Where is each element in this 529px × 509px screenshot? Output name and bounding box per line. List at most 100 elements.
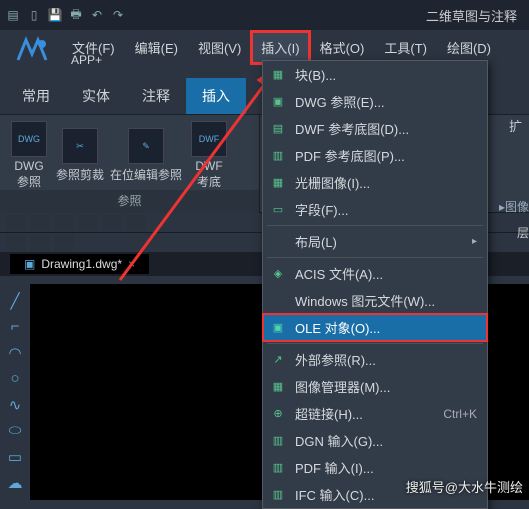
watermark: 搜狐号@大水牛测绘 bbox=[406, 477, 523, 496]
app-logo-icon bbox=[8, 28, 56, 76]
menu-item-label: Windows 图元文件(W)... bbox=[295, 291, 435, 310]
dropdown-item-3[interactable]: ▥ PDF 参考底图(P)... bbox=[263, 142, 487, 169]
menu-item-label: 超链接(H)... bbox=[295, 404, 363, 423]
arc-tool-icon[interactable]: ◠ bbox=[6, 344, 24, 362]
menu-item-label: DWG 参照(E)... bbox=[295, 92, 385, 111]
menu-draw[interactable]: 绘图(D) bbox=[437, 31, 501, 64]
spline-tool-icon[interactable]: ∿ bbox=[6, 396, 24, 414]
dropdown-item-0[interactable]: ▦ 块(B)... bbox=[263, 61, 487, 88]
close-icon[interactable]: × bbox=[128, 257, 135, 271]
tab-entity[interactable]: 实体 bbox=[66, 78, 126, 114]
open-icon[interactable]: ▯ bbox=[25, 6, 43, 24]
menu-item-icon: ▭ bbox=[269, 202, 287, 218]
rect-tool-icon[interactable]: ▭ bbox=[6, 448, 24, 466]
btn-edit-ref[interactable]: ✎在位编辑参照 bbox=[110, 128, 182, 183]
dropdown-item-4[interactable]: ▦ 光栅图像(I)... bbox=[263, 169, 487, 196]
menu-item-label: 块(B)... bbox=[295, 65, 336, 84]
ellipse-tool-icon[interactable]: ⬭ bbox=[6, 422, 24, 440]
file-name: Drawing1.dwg* bbox=[41, 257, 122, 271]
menu-item-icon: ▣ bbox=[269, 320, 287, 336]
ter-tool-3[interactable] bbox=[54, 235, 74, 251]
dropdown-item-10[interactable]: Windows 图元文件(W)... bbox=[263, 287, 487, 314]
right-fragment: 扩 bbox=[507, 98, 529, 153]
dropdown-item-14[interactable]: ▦ 图像管理器(M)... bbox=[263, 373, 487, 400]
dropdown-item-1[interactable]: ▣ DWG 参照(E)... bbox=[263, 88, 487, 115]
menu-item-label: ACIS 文件(A)... bbox=[295, 264, 383, 283]
menu-item-label: DGN 输入(G)... bbox=[295, 431, 383, 450]
dropdown-item-7[interactable]: 布局(L) ▸ bbox=[263, 228, 487, 255]
tab-annotate[interactable]: 注释 bbox=[126, 78, 186, 114]
sec-tool-3[interactable] bbox=[54, 215, 74, 231]
workspace-mode[interactable]: 二维草图与注释 bbox=[426, 6, 517, 25]
menu-item-label: 光栅图像(I)... bbox=[295, 173, 370, 192]
sec-tool-1[interactable] bbox=[6, 215, 26, 231]
menu-item-icon: ▥ bbox=[269, 433, 287, 449]
ter-tool-2[interactable] bbox=[30, 235, 50, 251]
menu-item-icon: ▦ bbox=[269, 175, 287, 191]
edit-icon: ✎ bbox=[128, 128, 164, 164]
sec-tool-2[interactable] bbox=[30, 215, 50, 231]
dropdown-item-11[interactable]: ▣ OLE 对象(O)... bbox=[263, 314, 487, 341]
tab-common[interactable]: 常用 bbox=[6, 78, 66, 114]
menu-item-label: 字段(F)... bbox=[295, 200, 348, 219]
menu-item-label: 外部参照(R)... bbox=[295, 350, 376, 369]
menu-item-label: 布局(L) bbox=[295, 232, 337, 251]
menu-item-icon: ◈ bbox=[269, 266, 287, 282]
btn-dwf[interactable]: DWFDWF 考底 bbox=[188, 121, 230, 190]
tab-insert[interactable]: 插入 bbox=[186, 78, 246, 114]
menu-edit[interactable]: 编辑(E) bbox=[125, 31, 188, 64]
menu-item-icon bbox=[269, 234, 287, 250]
btn-ref-clip[interactable]: ✂参照剪裁 bbox=[56, 128, 104, 183]
file-tab[interactable]: ▣ Drawing1.dwg* × bbox=[10, 254, 149, 274]
left-toolbar: ╱ ⌐ ◠ ○ ∿ ⬭ ▭ ☁ bbox=[0, 284, 30, 500]
dropdown-item-2[interactable]: ▤ DWF 参考底图(D)... bbox=[263, 115, 487, 142]
new-icon[interactable]: ▤ bbox=[4, 6, 22, 24]
dwf-icon: DWF bbox=[191, 121, 227, 157]
layer-panel-label: 层 bbox=[517, 224, 529, 241]
menu-item-icon: ▦ bbox=[269, 379, 287, 395]
menu-format[interactable]: 格式(O) bbox=[310, 31, 375, 64]
polyline-tool-icon[interactable]: ⌐ bbox=[6, 318, 24, 336]
dropdown-item-9[interactable]: ◈ ACIS 文件(A)... bbox=[263, 260, 487, 287]
menu-tools[interactable]: 工具(T) bbox=[374, 31, 437, 64]
menu-item-icon: ▦ bbox=[269, 67, 287, 83]
menu-item-label: 图像管理器(M)... bbox=[295, 377, 390, 396]
submenu-arrow-icon: ▸ bbox=[472, 236, 477, 247]
menu-item-label: PDF 参考底图(P)... bbox=[295, 146, 405, 165]
dropdown-item-13[interactable]: ↗ 外部参照(R)... bbox=[263, 346, 487, 373]
ter-tool-1[interactable] bbox=[6, 235, 26, 251]
line-tool-icon[interactable]: ╱ bbox=[6, 292, 24, 310]
save-icon[interactable]: 💾 bbox=[46, 6, 64, 24]
sec-tool-4[interactable] bbox=[78, 215, 98, 231]
cloud-tool-icon[interactable]: ☁ bbox=[6, 474, 24, 492]
dropdown-item-5[interactable]: ▭ 字段(F)... bbox=[263, 196, 487, 223]
redo-icon[interactable]: ↷ bbox=[109, 6, 127, 24]
dropdown-item-15[interactable]: ⊕超链接(H)...Ctrl+K bbox=[263, 400, 487, 427]
menu-item-icon: ▥ bbox=[269, 460, 287, 476]
dwg-icon: DWG bbox=[11, 121, 47, 157]
menu-item-label: OLE 对象(O)... bbox=[295, 318, 380, 337]
btn-dwg-ref[interactable]: DWGDWG 参照 bbox=[8, 121, 50, 190]
menu-item-label: DWF 参考底图(D)... bbox=[295, 119, 409, 138]
undo-icon[interactable]: ↶ bbox=[88, 6, 106, 24]
menu-item-icon: ▣ bbox=[269, 94, 287, 110]
insert-dropdown: ▦ 块(B)... ▣ DWG 参照(E)... ▤ DWF 参考底图(D)... ▥ PDF… bbox=[262, 60, 488, 509]
menu-item-icon: ▥ bbox=[269, 487, 287, 503]
dropdown-item-16[interactable]: ▥ DGN 输入(G)... bbox=[263, 427, 487, 454]
image-panel-label: ▸图像 bbox=[499, 198, 529, 215]
menu-item-icon: ⊕ bbox=[269, 406, 287, 422]
menu-view[interactable]: 视图(V) bbox=[188, 31, 251, 64]
print-icon[interactable]: 🖶 bbox=[67, 6, 85, 24]
circle-tool-icon[interactable]: ○ bbox=[6, 370, 24, 388]
menu-item-icon: ▤ bbox=[269, 121, 287, 137]
menu-insert[interactable]: 插入(I) bbox=[251, 31, 309, 64]
menu-item-label: PDF 输入(I)... bbox=[295, 458, 374, 477]
app-plus-label[interactable]: APP+ bbox=[71, 53, 102, 67]
clip-icon: ✂ bbox=[62, 128, 98, 164]
sec-tool-5[interactable] bbox=[102, 215, 122, 231]
menu-item-icon bbox=[269, 293, 287, 309]
menu-item-icon: ↗ bbox=[269, 352, 287, 368]
menu-item-label: IFC 输入(C)... bbox=[295, 485, 374, 504]
menu-item-icon: ▥ bbox=[269, 148, 287, 164]
sec-tool-6[interactable] bbox=[126, 215, 146, 231]
